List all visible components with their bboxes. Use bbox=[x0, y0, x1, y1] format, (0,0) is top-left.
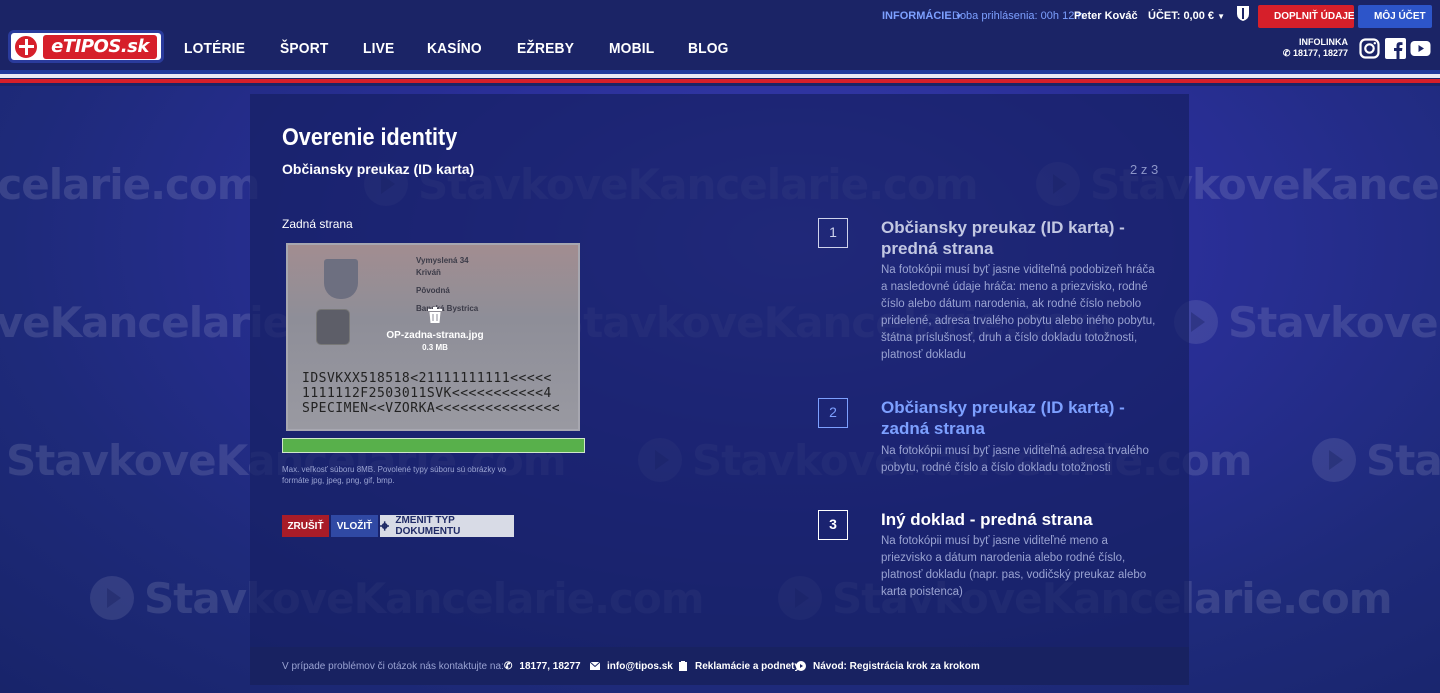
card-line: Kriváň bbox=[416, 268, 441, 277]
nav-casino[interactable]: KASÍNO bbox=[427, 40, 482, 62]
instagram-icon[interactable] bbox=[1359, 38, 1380, 59]
contact-footer: V prípade problémov či otázok nás kontak… bbox=[250, 647, 1189, 685]
nav-lotteries[interactable]: LOTÉRIE bbox=[184, 40, 245, 62]
infoline-numbers: 18177, 18277 bbox=[1292, 48, 1348, 58]
page-title: Overenie identity bbox=[282, 124, 458, 151]
card-text: Vymyslená 34 Kriváň Pôvodná Banská Bystr… bbox=[416, 255, 478, 315]
footer-phone-text: 18177, 18277 bbox=[519, 660, 581, 672]
session-timer: Doba prihlásenia: 00h 12m bbox=[952, 10, 1084, 22]
nav-mobile[interactable]: MOBIL bbox=[609, 40, 654, 62]
envelope-icon bbox=[590, 661, 600, 670]
account-balance: ÚČET: 0,00 € bbox=[1148, 10, 1215, 22]
my-account-label: MÔJ ÚČET bbox=[1374, 11, 1426, 22]
footer-phone[interactable]: ✆ 18177, 18277 bbox=[504, 661, 581, 672]
change-document-type-button[interactable]: ZMENIŤ TYP DOKUMENTU bbox=[380, 515, 514, 537]
my-account-button[interactable]: MÔJ ÚČET bbox=[1358, 5, 1432, 28]
play-circle-icon bbox=[796, 661, 806, 671]
footer-guide-text: Návod: Registrácia krok za krokom bbox=[813, 660, 980, 672]
chevron-down-icon: ▼ bbox=[1217, 12, 1226, 21]
main-nav: LOTÉRIE ŠPORT LIVE KASÍNO EŽREBY MOBIL B… bbox=[184, 40, 762, 62]
user-name[interactable]: Peter Kováč bbox=[1074, 10, 1138, 22]
document-type: Občiansky preukaz (ID karta) bbox=[282, 161, 475, 177]
phone-icon: ✆ bbox=[1282, 48, 1291, 58]
step-title: Občiansky preukaz (ID karta) - zadná str… bbox=[881, 398, 1125, 438]
mrz-line: 1111112F2503011SVK<<<<<<<<<<<4 bbox=[302, 386, 552, 401]
identity-verification-panel: Overenie identity Občiansky preukaz (ID … bbox=[250, 94, 1189, 685]
nav-ezreby[interactable]: EŽREBY bbox=[517, 40, 574, 62]
side-label: Zadná strana bbox=[282, 217, 353, 231]
step-number: 3 bbox=[818, 510, 848, 540]
change-document-type-label: ZMENIŤ TYP DOKUMENTU bbox=[395, 515, 461, 537]
step-description: Na fotokópii musí byť jasne viditeľná ad… bbox=[881, 445, 1149, 474]
infoline-label: INFOLINKA bbox=[1299, 37, 1348, 47]
card-line: Pôvodná bbox=[416, 286, 450, 295]
cross-logo-icon bbox=[13, 34, 39, 60]
site-header: eTIPOS.sk LOTÉRIE ŠPORT LIVE KASÍNO EŽRE… bbox=[0, 0, 1440, 86]
file-overlay: OP-zadna-strana.jpg 0.3 MB bbox=[288, 307, 578, 352]
youtube-icon[interactable] bbox=[1410, 38, 1431, 59]
etipos-logo[interactable]: eTIPOS.sk bbox=[8, 30, 164, 63]
clipboard-icon bbox=[679, 661, 687, 671]
complete-data-label: DOPLNIŤ ÚDAJE bbox=[1274, 11, 1355, 22]
insert-button[interactable]: VLOŽIŤ bbox=[331, 515, 378, 537]
contact-question: V prípade problémov či otázok nás kontak… bbox=[282, 660, 504, 672]
footer-complaints-text: Reklamácie a podnety bbox=[695, 660, 801, 672]
info-dropdown[interactable]: INFORMÁCIE ▼ bbox=[882, 10, 963, 22]
step-title: Občiansky preukaz (ID karta) - predná st… bbox=[881, 218, 1125, 258]
step-counter: 2 z 3 bbox=[1130, 162, 1159, 177]
step-number: 2 bbox=[818, 398, 848, 428]
uploaded-id-card-preview: Vymyslená 34 Kriváň Pôvodná Banská Bystr… bbox=[286, 243, 580, 431]
mrz-line: SPECIMEN<<VZORKA<<<<<<<<<<<<<<< bbox=[302, 401, 561, 416]
card-mrz: IDSVKXX518518<21111111111<<<<< 1111112F25… bbox=[302, 371, 560, 416]
step-title: Iný doklad - predná strana bbox=[881, 510, 1093, 529]
card-line: Vymyslená 34 bbox=[416, 256, 469, 265]
phone-icon: ✆ bbox=[504, 660, 513, 672]
watermark-text: StavkoveKancelarie.com bbox=[0, 160, 261, 209]
shield-icon[interactable] bbox=[1237, 6, 1249, 21]
info-label: INFORMÁCIE bbox=[882, 10, 952, 22]
file-size: 0.3 MB bbox=[422, 343, 448, 352]
step-number: 1 bbox=[818, 218, 848, 248]
facebook-icon[interactable] bbox=[1385, 38, 1406, 59]
footer-guide[interactable]: Návod: Registrácia krok za krokom bbox=[796, 661, 980, 672]
trash-icon[interactable] bbox=[428, 307, 442, 323]
coat-of-arms-icon bbox=[324, 259, 358, 299]
logo-text: eTIPOS.sk bbox=[43, 35, 157, 59]
file-name: OP-zadna-strana.jpg bbox=[386, 330, 484, 341]
footer-email[interactable]: info@tipos.sk bbox=[590, 661, 673, 672]
upload-progress-bar bbox=[282, 438, 585, 453]
nav-live[interactable]: LIVE bbox=[363, 40, 394, 62]
footer-complaints[interactable]: Reklamácie a podnety bbox=[678, 661, 800, 672]
mrz-line: IDSVKXX518518<21111111111<<<<< bbox=[302, 371, 552, 386]
step-description: Na fotokópii musí byť jasne viditeľné me… bbox=[881, 535, 1147, 598]
step-description: Na fotokópii musí byť jasne viditeľná po… bbox=[881, 264, 1156, 361]
nav-sport[interactable]: ŠPORT bbox=[280, 40, 328, 62]
gear-icon bbox=[380, 521, 390, 531]
upload-hint: Max. veľkosť súboru 8MB. Povolené typy s… bbox=[282, 465, 507, 485]
watermark-text: StavkoveKancelarie.com bbox=[1228, 298, 1440, 347]
infoline[interactable]: INFOLINKA ✆ 18177, 18277 bbox=[1280, 37, 1348, 59]
complete-data-button[interactable]: DOPLNIŤ ÚDAJE bbox=[1258, 5, 1355, 28]
account-dropdown[interactable]: ÚČET: 0,00 € ▼ bbox=[1148, 10, 1225, 22]
footer-email-text: info@tipos.sk bbox=[607, 660, 673, 672]
cancel-button[interactable]: ZRUŠIŤ bbox=[282, 515, 329, 537]
nav-blog[interactable]: BLOG bbox=[688, 40, 729, 62]
watermark-text: StavkoveKancelarie.com bbox=[1366, 436, 1440, 485]
